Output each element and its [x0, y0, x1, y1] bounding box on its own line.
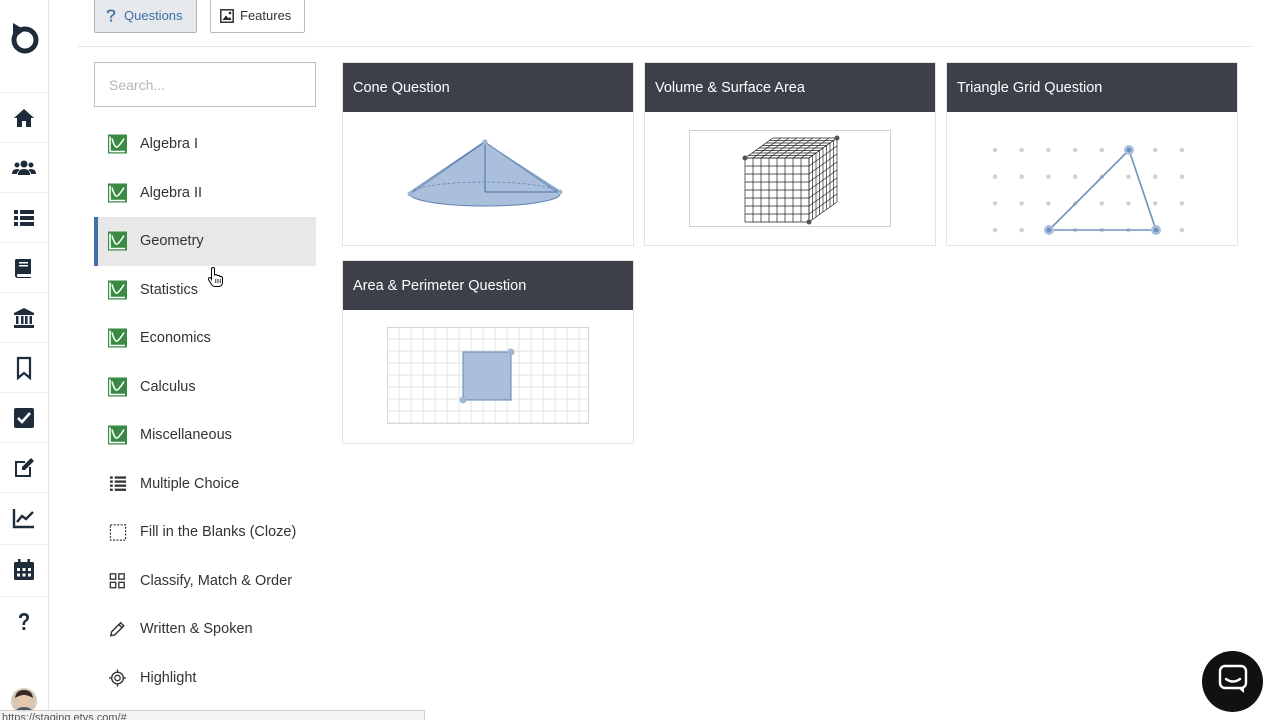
question-mark-icon	[104, 9, 118, 23]
card-title: Triangle Grid Question	[947, 63, 1237, 112]
category-label: Miscellaneous	[140, 427, 232, 444]
graph-icon	[108, 425, 127, 445]
help-icon[interactable]	[0, 596, 48, 646]
category-item-miscellaneous[interactable]: Miscellaneous	[94, 411, 316, 460]
graph-icon	[108, 377, 127, 397]
area-grid-thumbnail	[343, 310, 633, 443]
category-item-economics[interactable]: Economics	[94, 314, 316, 363]
search-input[interactable]	[94, 62, 316, 107]
checkbox-icon[interactable]	[0, 392, 48, 442]
list-icon	[108, 474, 127, 493]
users-icon[interactable]	[0, 142, 48, 192]
category-item-classify-match-order[interactable]: Classify, Match & Order	[94, 557, 316, 606]
graph-icon	[108, 231, 127, 251]
triangle-grid-thumbnail	[947, 112, 1237, 245]
card-cone-question[interactable]: Cone Question	[342, 62, 634, 246]
target-icon	[108, 668, 127, 687]
chat-launcher-button[interactable]	[1202, 651, 1263, 712]
questions-tab-button[interactable]: Questions	[94, 0, 197, 33]
category-item-fill-in-the-blanks-cloze[interactable]: Fill in the Blanks (Cloze)	[94, 508, 316, 557]
card-volume-surface-area[interactable]: Volume & Surface Area	[644, 62, 936, 246]
category-label: Algebra I	[140, 136, 199, 153]
category-label: Economics	[140, 330, 211, 347]
image-icon	[220, 8, 234, 23]
questions-tab-label: Questions	[124, 8, 183, 23]
features-tab-button[interactable]: Features	[210, 0, 305, 33]
calendar-icon[interactable]	[0, 544, 48, 594]
features-tab-label: Features	[240, 8, 292, 23]
category-item-statistics[interactable]: Statistics	[94, 266, 316, 315]
grid-icon	[108, 571, 127, 590]
app-window: Questions Features Algebra I Algebra II Ge…	[0, 0, 1280, 720]
category-list: Algebra I Algebra II Geometry Statistics Eco…	[94, 120, 316, 702]
top-toolbar: Questions Features	[78, 0, 1252, 47]
book-icon[interactable]	[0, 242, 48, 292]
graph-icon	[108, 328, 127, 348]
category-item-geometry[interactable]: Geometry	[94, 217, 316, 266]
list-view-icon[interactable]	[0, 192, 48, 242]
category-item-multiple-choice[interactable]: Multiple Choice	[94, 460, 316, 509]
edit-icon[interactable]	[0, 442, 48, 492]
category-label: Statistics	[140, 281, 199, 298]
category-label: Classify, Match & Order	[140, 572, 293, 589]
category-label: Calculus	[140, 378, 196, 395]
cube-grid-thumbnail	[645, 112, 935, 245]
card-triangle-grid-question[interactable]: Triangle Grid Question	[946, 62, 1238, 246]
status-url-bar: https://staging.etys.com/#	[0, 710, 425, 720]
category-item-calculus[interactable]: Calculus	[94, 363, 316, 412]
home-icon[interactable]	[0, 92, 48, 142]
bookmark-icon[interactable]	[0, 342, 48, 392]
institution-icon[interactable]	[0, 292, 48, 342]
left-nav-rail	[0, 0, 49, 720]
category-item-algebra-ii[interactable]: Algebra II	[94, 169, 316, 218]
pencil-icon	[108, 620, 127, 639]
hand-cursor-icon	[207, 266, 225, 288]
card-title: Cone Question	[343, 63, 633, 112]
card-title: Area & Perimeter Question	[343, 261, 633, 310]
graph-icon	[108, 183, 127, 203]
graph-icon	[108, 280, 127, 300]
category-label: Geometry	[140, 233, 204, 250]
card-title: Volume & Surface Area	[645, 63, 935, 112]
category-label: Highlight	[140, 669, 197, 686]
chat-icon	[1217, 663, 1249, 700]
category-label: Multiple Choice	[140, 475, 240, 492]
category-item-highlight[interactable]: Highlight	[94, 654, 316, 703]
cone-thumbnail	[343, 112, 633, 245]
category-label: Fill in the Blanks (Cloze)	[140, 524, 297, 541]
chart-line-icon[interactable]	[0, 492, 48, 542]
logo-icon[interactable]	[5, 17, 43, 57]
category-item-written-spoken[interactable]: Written & Spoken	[94, 605, 316, 654]
card-area-perimeter-question[interactable]: Area & Perimeter Question	[342, 260, 634, 444]
category-item-algebra-i[interactable]: Algebra I	[94, 120, 316, 169]
graph-icon	[108, 134, 127, 154]
dotted-box-icon	[108, 523, 127, 542]
category-label: Written & Spoken	[140, 621, 253, 638]
category-label: Algebra II	[140, 184, 203, 201]
